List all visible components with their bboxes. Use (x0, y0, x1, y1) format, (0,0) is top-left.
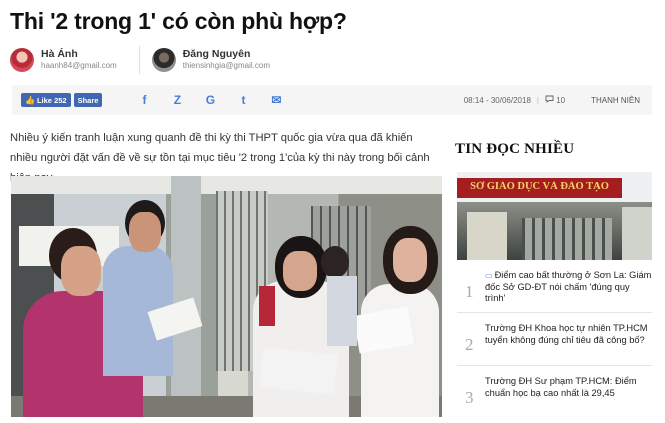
author-name[interactable]: Đăng Nguyên (183, 48, 270, 60)
sidebar-title: TIN ĐỌC NHIỀU (455, 141, 575, 157)
comment-count: 10 (556, 96, 566, 105)
thumbs-up-icon: 👍 (25, 95, 35, 105)
zalo-icon[interactable]: Z (170, 93, 184, 107)
video-camera-icon: ▭ (485, 271, 493, 280)
sidebar-featured-image[interactable]: SỞ GIÁO DỤC VÀ ĐÀO TẠO (457, 172, 652, 260)
facebook-like-button[interactable]: 👍 Like 252 (21, 93, 71, 107)
sign-text: SỞ GIÁO DỤC VÀ ĐÀO TẠO (470, 181, 609, 192)
list-item[interactable]: 2 Trường ĐH Khoa học tự nhiên TP.HCM tuy… (457, 313, 652, 366)
article-title: Thi '2 trong 1' có còn phù hợp? (10, 8, 347, 34)
list-item[interactable]: 1 ▭ Điểm cao bất thường ở Sơn La: Giám đố… (457, 260, 652, 313)
news-link[interactable]: Điểm cao bất thường ở Sơn La: Giám đốc S… (485, 270, 651, 303)
article-photo[interactable] (11, 176, 442, 417)
author-email: thiensinhgia@gmail.com (182, 61, 270, 70)
avatar[interactable] (10, 48, 34, 72)
share-bar: 👍 Like 252 Share f Z G t ✉ 08:14 - 30/06… (12, 85, 652, 115)
rank-number: 3 (465, 388, 474, 407)
source-label[interactable]: THANH NIÊN (591, 96, 640, 105)
email-icon[interactable]: ✉ (269, 93, 283, 107)
author-name[interactable]: Hà Ánh (41, 48, 117, 60)
rank-number: 1 (465, 282, 474, 301)
like-label: Like (36, 95, 52, 105)
author-email: haanh84@gmail.com (41, 61, 117, 70)
divider: | (536, 95, 539, 105)
twitter-icon[interactable]: t (236, 93, 250, 107)
list-item[interactable]: 3 Trường ĐH Sư phạm TP.HCM: Điểm chuẩn h… (457, 366, 652, 419)
news-link[interactable]: Trường ĐH Khoa học tự nhiên TP.HCM tuyển… (485, 323, 652, 346)
google-plus-icon[interactable]: G (203, 93, 217, 107)
comment-link[interactable]: 10 (545, 95, 565, 105)
news-link[interactable]: Trường ĐH Sư phạm TP.HCM: Điểm chuẩn học… (485, 376, 652, 399)
rank-number: 2 (465, 335, 474, 354)
most-read-list: 1 ▭ Điểm cao bất thường ở Sơn La: Giám đố… (457, 260, 652, 419)
avatar[interactable] (151, 48, 176, 72)
publish-datetime: 08:14 - 30/06/2018 (463, 95, 531, 105)
author-2[interactable]: Đăng Nguyên thiensinhgia@gmail.com (138, 46, 270, 74)
facebook-icon[interactable]: f (137, 93, 151, 107)
like-count: 252 (54, 95, 67, 105)
comment-icon (545, 95, 554, 103)
author-1[interactable]: Hà Ánh haanh84@gmail.com (10, 46, 117, 74)
facebook-share-button[interactable]: Share (73, 93, 103, 107)
author-list: Hà Ánh haanh84@gmail.com Đăng Nguyên thi… (10, 46, 270, 74)
